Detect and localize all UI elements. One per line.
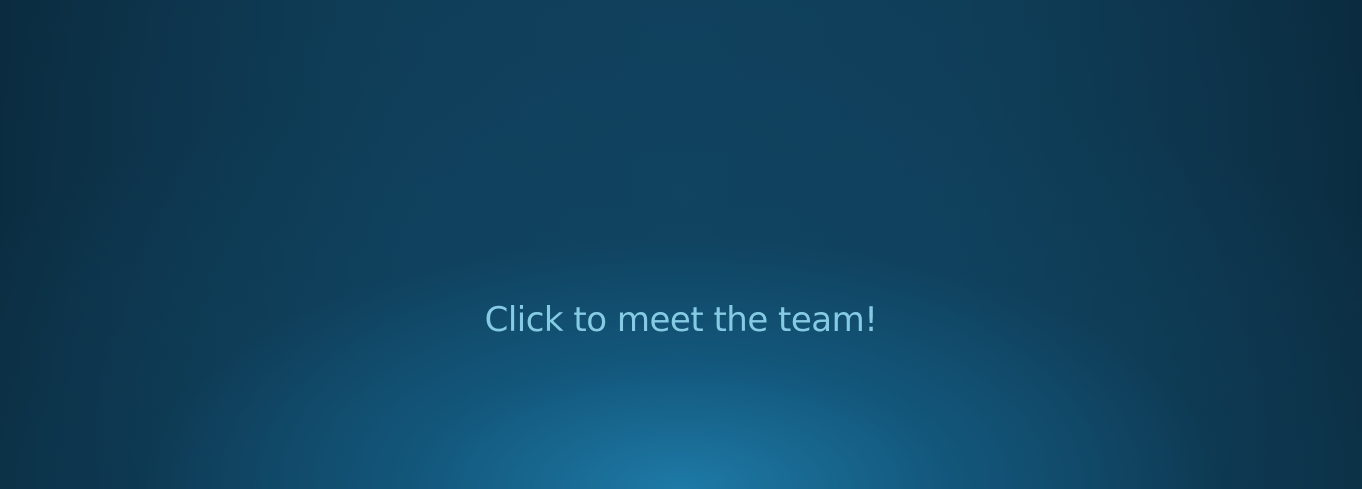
meet-the-team-prompt[interactable]: Click to meet the team! xyxy=(0,297,1362,343)
team-intro-stage[interactable]: Click to meet the team! xyxy=(0,0,1362,489)
